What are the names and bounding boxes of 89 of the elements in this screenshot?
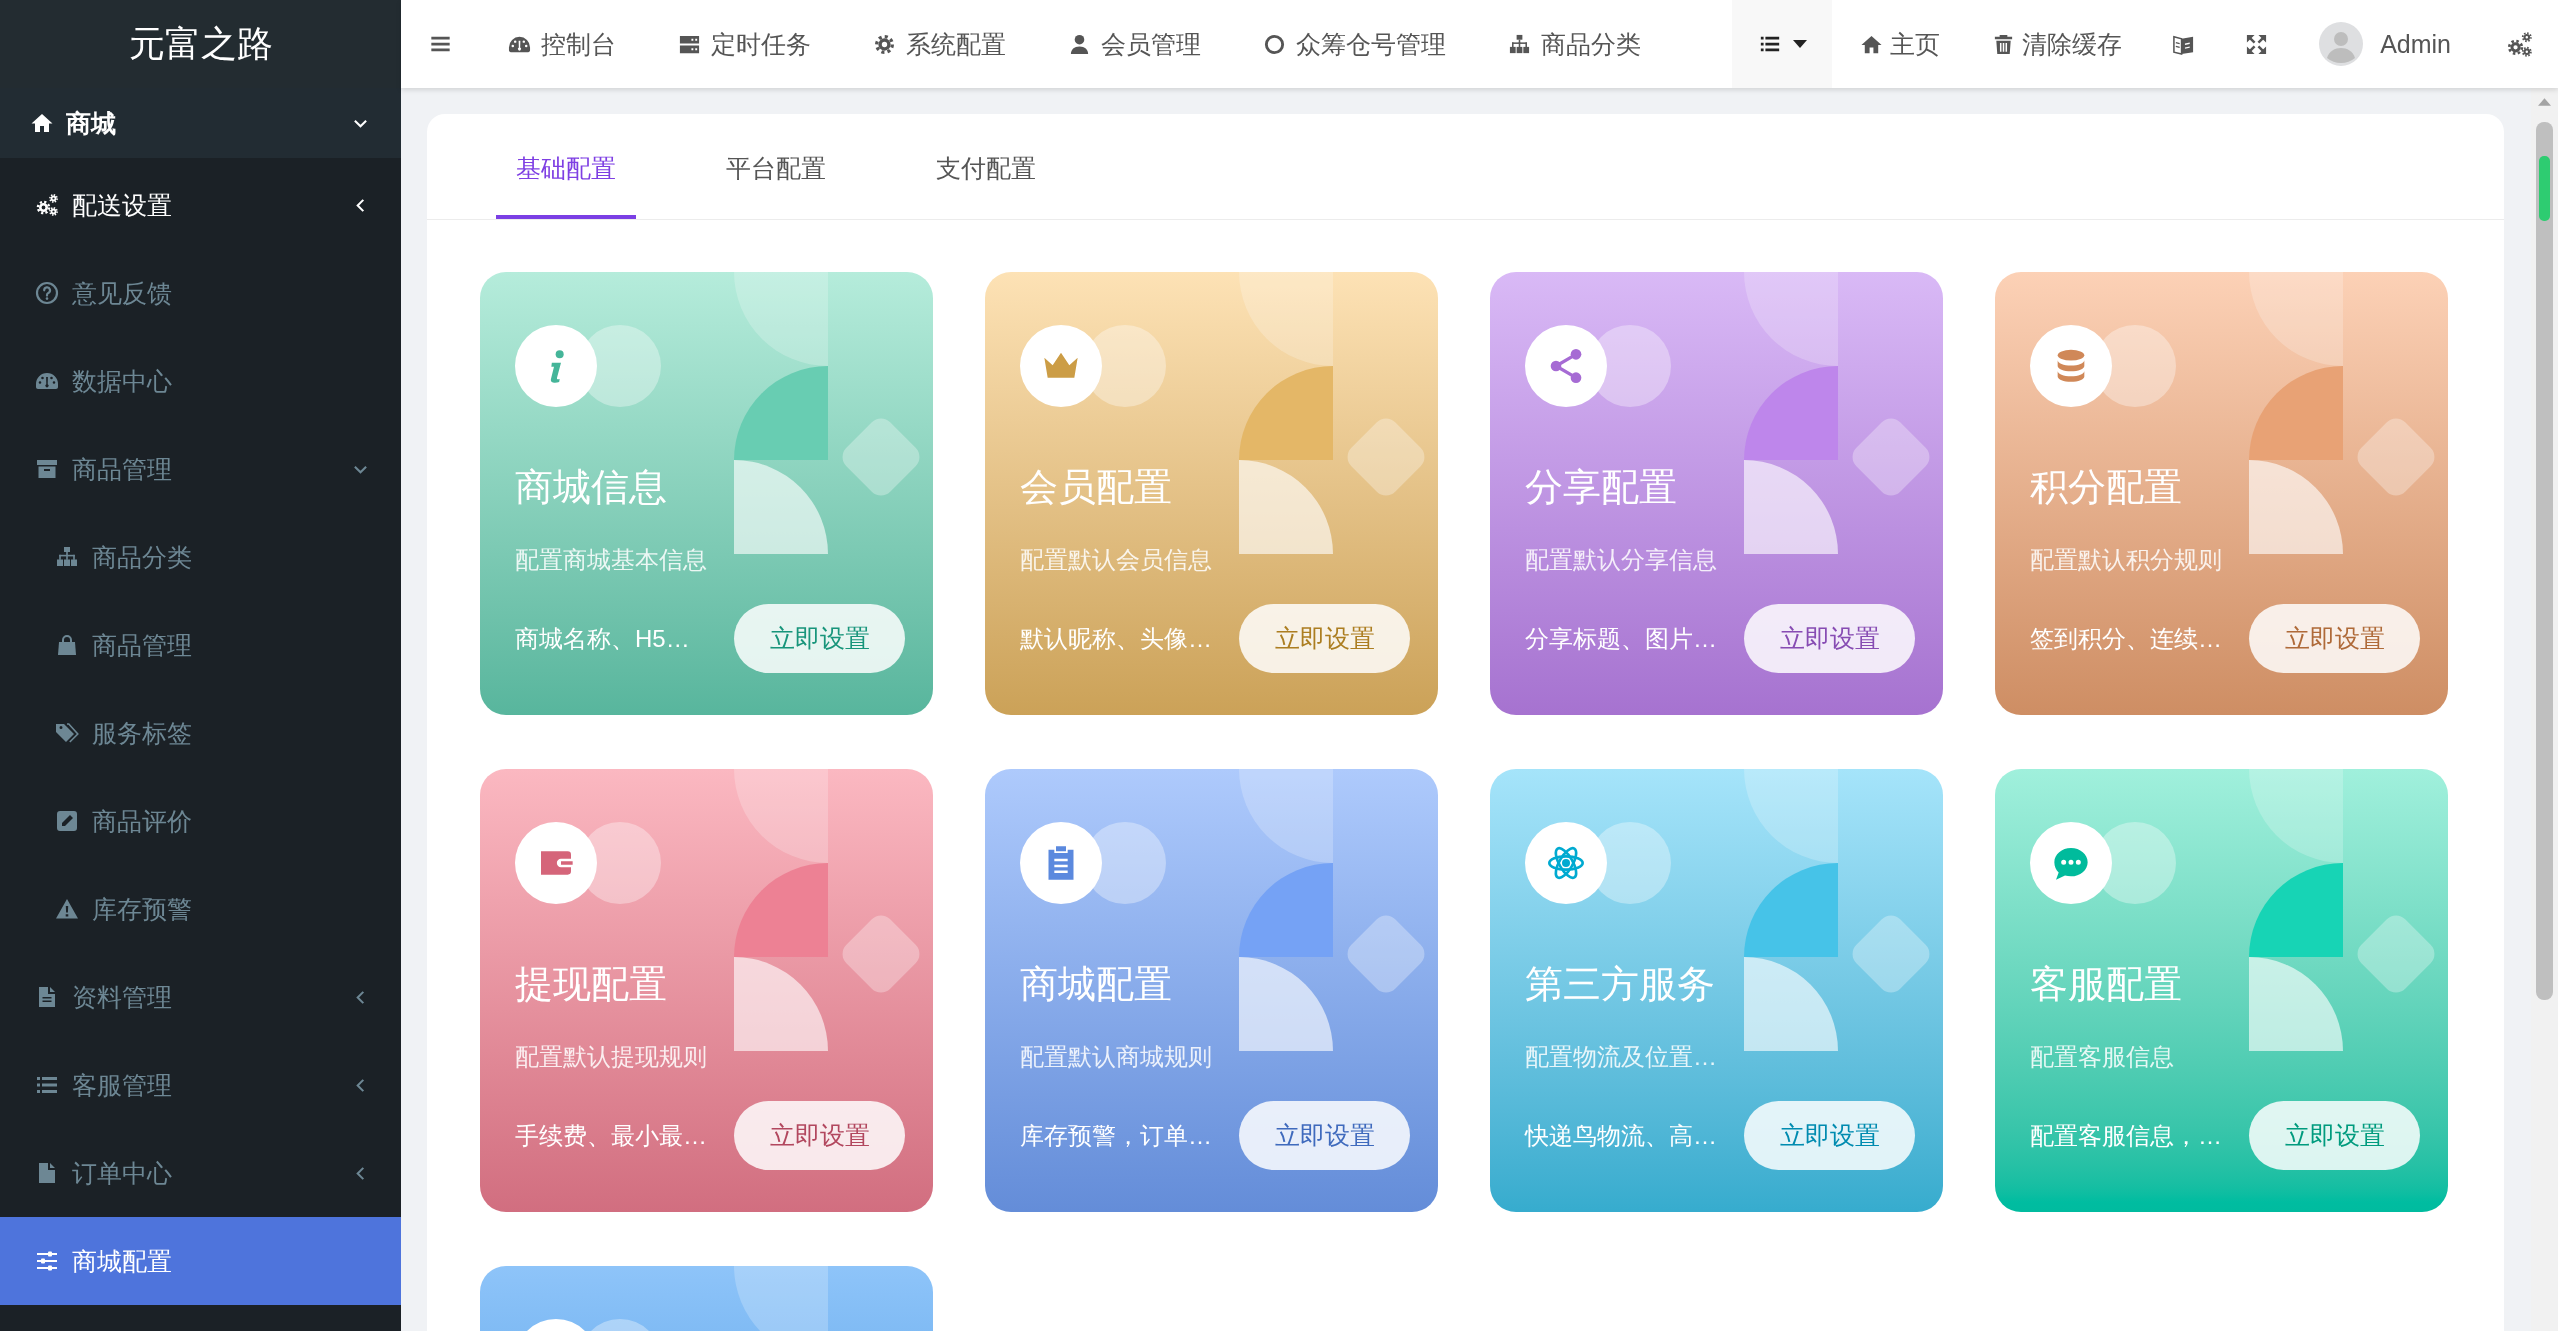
card-subtitle: 配置默认积分规则 <box>2030 545 2222 575</box>
caret-icon <box>1792 40 1807 48</box>
clear-cache-button[interactable]: 清除缓存 <box>1992 27 2123 61</box>
sidebar-item[interactable]: 订单中心 <box>0 1129 401 1217</box>
user-menu[interactable]: Admin <box>2319 22 2451 66</box>
card-subtitle: 配置默认分享信息 <box>1525 545 1717 575</box>
sidebar-item[interactable]: 配送设置 <box>0 161 401 249</box>
tab[interactable]: 支付配置 <box>916 114 1056 219</box>
sliders-icon <box>35 1249 59 1273</box>
sidebar-item[interactable]: 意见反馈 <box>0 249 401 337</box>
home-link[interactable]: 主页 <box>1860 27 1941 61</box>
sidebar-item[interactable]: 数据中心 <box>0 337 401 425</box>
archive-icon <box>35 457 59 481</box>
wallet-icon <box>515 822 661 904</box>
clipboard-icon <box>1020 822 1166 904</box>
tags-icon <box>55 721 79 745</box>
card-subtitle: 配置物流及位置… <box>1525 1042 1717 1072</box>
chat-icon <box>2030 822 2176 904</box>
dropdown-button[interactable] <box>1732 0 1833 88</box>
database-icon <box>2030 325 2176 407</box>
nav-link[interactable]: 控制台 <box>508 27 616 61</box>
nav-link[interactable]: 众筹仓号管理 <box>1263 27 1446 61</box>
sidebar-menu-header[interactable]: 商城 <box>0 88 401 158</box>
fullscreen-icon[interactable] <box>2245 32 2269 56</box>
scroll-up-icon <box>2538 98 2551 106</box>
card-title: 商城配置 <box>1020 962 1172 1007</box>
card-subtitle: 配置默认提现规则 <box>515 1042 707 1072</box>
shopping-bag-icon <box>55 633 79 657</box>
card-subtitle: 配置默认商城规则 <box>1020 1042 1212 1072</box>
settings-icon[interactable] <box>2506 30 2533 58</box>
card-summary: 默认昵称、头像… <box>1020 623 1212 654</box>
card-summary: 分享标题、图片… <box>1525 623 1717 654</box>
sidebar-item[interactable]: 资料管理 <box>0 953 401 1041</box>
warning-icon <box>55 897 79 921</box>
setup-button[interactable]: 立即设置 <box>2249 604 2420 673</box>
setup-button[interactable]: 立即设置 <box>734 604 905 673</box>
edit-icon <box>55 809 79 833</box>
sidebar-item[interactable]: 商品管理 <box>0 601 401 689</box>
card-subtitle: 配置客服信息 <box>2030 1042 2174 1072</box>
card-subtitle: 配置商城基本信息 <box>515 545 707 575</box>
setup-button[interactable]: 立即设置 <box>734 1101 905 1170</box>
sidebar-item[interactable]: 商品评价 <box>0 777 401 865</box>
circle-icon <box>1263 32 1286 56</box>
sitemap-icon <box>1508 32 1531 56</box>
nav-link[interactable]: 系统配置 <box>873 27 1006 61</box>
setup-button[interactable]: 立即设置 <box>2249 1101 2420 1170</box>
sidebar-item[interactable]: 库存预警 <box>0 865 401 953</box>
sidebar-item[interactable]: 商城配置 <box>0 1217 401 1305</box>
card-title: 客服配置 <box>2030 962 2182 1007</box>
home-icon <box>30 111 54 135</box>
info-icon <box>515 325 661 407</box>
setup-button[interactable]: 立即设置 <box>1239 1101 1410 1170</box>
sidebar-item[interactable]: 客服管理 <box>0 1041 401 1129</box>
gear-icon <box>873 32 896 56</box>
card-subtitle: 配置默认会员信息 <box>1020 545 1212 575</box>
tab[interactable]: 基础配置 <box>496 114 636 219</box>
scrollbar[interactable] <box>2531 88 2558 1331</box>
card-title: 分享配置 <box>1525 465 1677 510</box>
help-icon <box>35 281 59 305</box>
sidebar-item[interactable]: 服务标签 <box>0 689 401 777</box>
gears-icon <box>35 193 59 217</box>
nav-link[interactable]: 商品分类 <box>1508 27 1641 61</box>
user-icon <box>1068 32 1091 56</box>
setup-button[interactable]: 立即设置 <box>1239 604 1410 673</box>
tab[interactable]: 平台配置 <box>706 114 846 219</box>
sidebar-item[interactable]: 商品分类 <box>0 513 401 601</box>
card-title: 第三方服务 <box>1525 962 1715 1007</box>
crown-icon <box>1020 325 1166 407</box>
card-title: 会员配置 <box>1020 465 1172 510</box>
nav-link[interactable]: 会员管理 <box>1068 27 1201 61</box>
card-summary: 签到积分、连续… <box>2030 623 2222 654</box>
avatar-icon <box>2319 22 2364 66</box>
sitemap-icon <box>55 545 79 569</box>
card-summary: 商城名称、H5… <box>515 623 690 654</box>
atom-icon <box>1525 822 1671 904</box>
sidebar-item[interactable]: 商品管理 <box>0 425 401 513</box>
share-icon <box>1525 325 1671 407</box>
card-title: 商城信息 <box>515 465 667 510</box>
card-summary: 快递鸟物流、高… <box>1525 1120 1717 1151</box>
nav-link[interactable]: 定时任务 <box>678 27 811 61</box>
brand-title: 元富之路 <box>128 22 273 66</box>
card-title: 提现配置 <box>515 962 667 1007</box>
setup-button[interactable]: 立即设置 <box>1744 1101 1915 1170</box>
card-summary: 库存预警，订单… <box>1020 1120 1212 1151</box>
card-summary: 配置客服信息，… <box>2030 1120 2222 1151</box>
setup-button[interactable]: 立即设置 <box>1744 604 1915 673</box>
card-title: 积分配置 <box>2030 465 2182 510</box>
card-summary: 手续费、最小最… <box>515 1120 707 1151</box>
scrollbar-thumb[interactable] <box>2536 122 2553 1000</box>
